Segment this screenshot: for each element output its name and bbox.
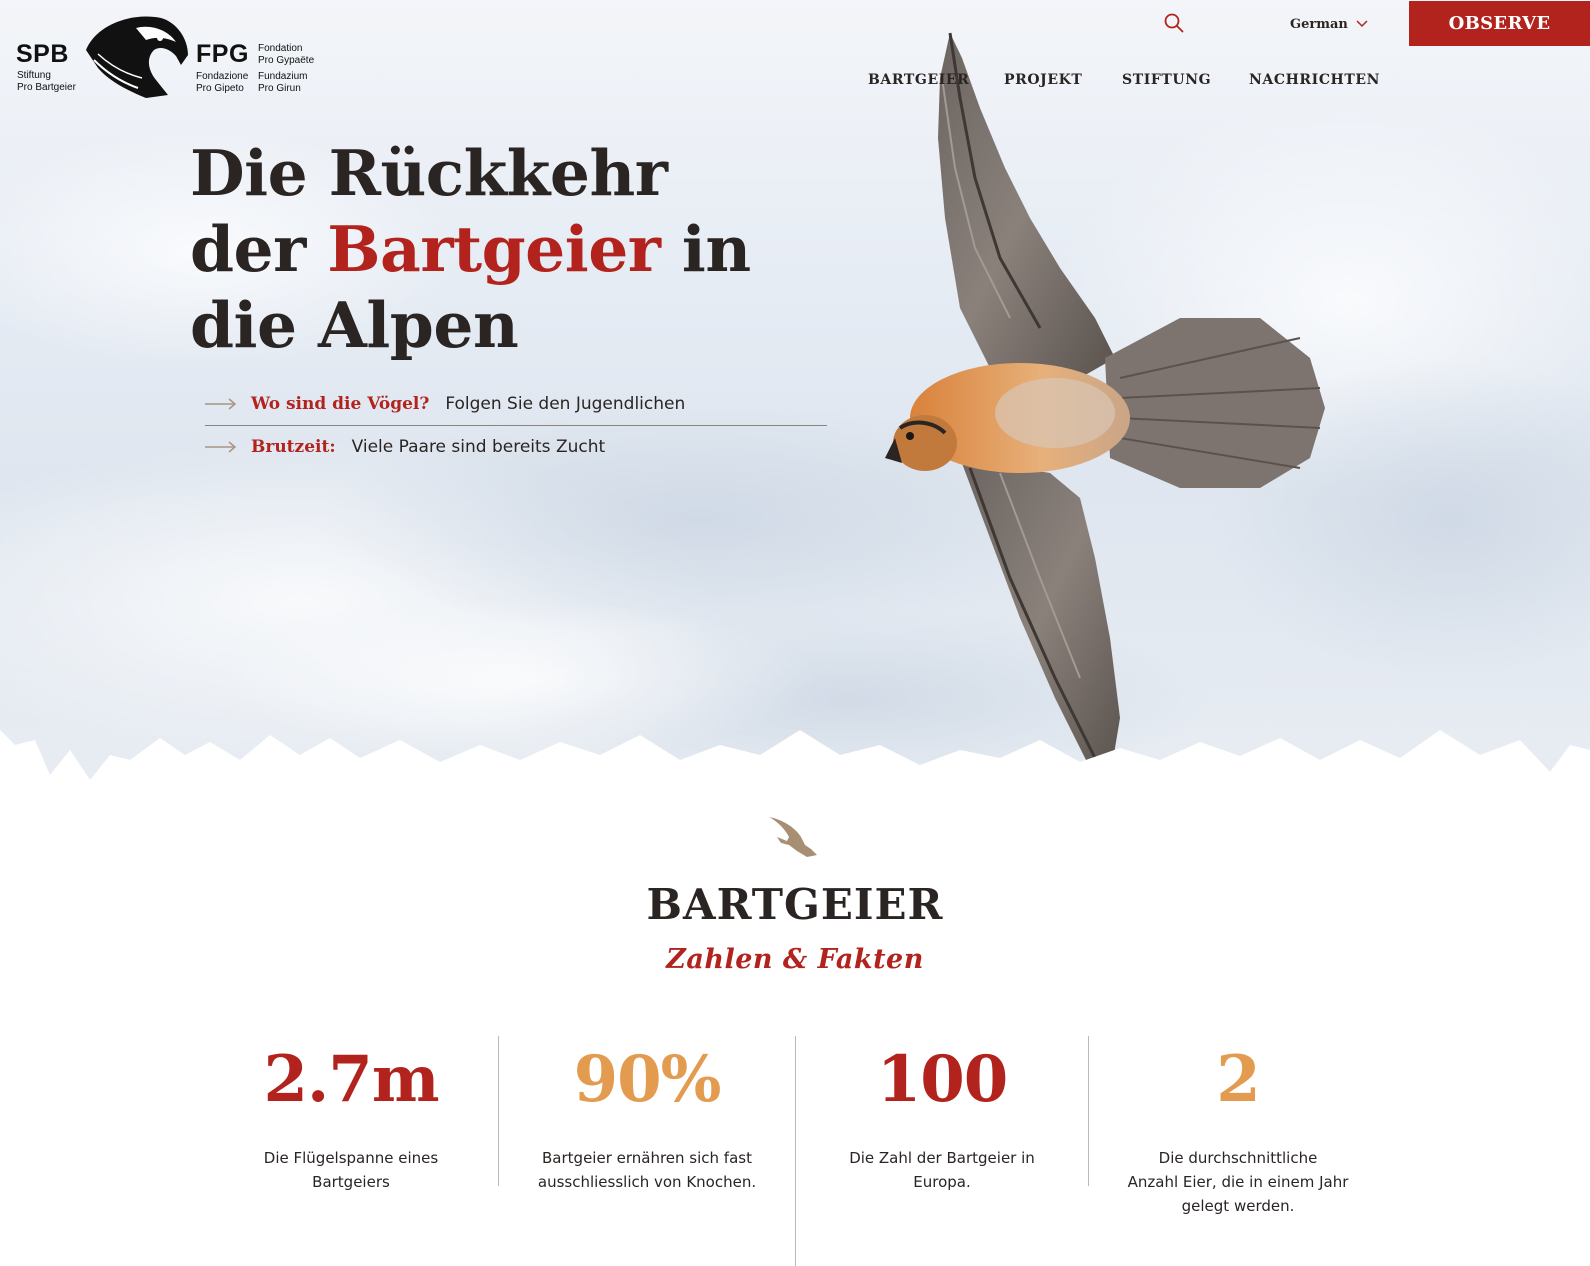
stat-divider	[1088, 1036, 1089, 1186]
stat-description: Bartgeier ernähren sich fast ausschliess…	[507, 1146, 787, 1194]
logo-text-fundazium: Fundazium	[258, 71, 308, 82]
arrow-right-icon	[205, 398, 237, 410]
hero-link-breeding[interactable]: Brutzeit: Viele Paare sind bereits Zucht	[205, 425, 827, 467]
stat-value: 90%	[573, 1042, 722, 1117]
logo-abbr-spb: SPB	[16, 40, 69, 68]
nav-item-stiftung[interactable]: STIFTUNG	[1122, 72, 1211, 88]
search-icon[interactable]	[1163, 12, 1185, 34]
stat-desc-line: Die Zahl der Bartgeier in	[849, 1149, 1035, 1167]
stat-desc-line: Anzahl Eier, die in einem Jahr	[1127, 1173, 1349, 1191]
stat-desc-line: Bartgeier ernähren sich fast	[542, 1149, 752, 1167]
stat-desc-line: Bartgeiers	[312, 1173, 390, 1191]
site-logo[interactable]: SPB Stiftung Pro Bartgeier FPG Fondation…	[14, 10, 324, 102]
stat-desc-line: ausschliesslich von Knochen.	[537, 1173, 757, 1191]
hero-link-label: Wo sind die Vögel?	[251, 394, 430, 414]
facts-title: BARTGEIER	[646, 880, 944, 929]
logo-text-pro-gypaete: Pro Gypaëte	[258, 55, 315, 66]
stat-description: Die Flügelspanne eines Bartgeiers	[211, 1146, 491, 1194]
stat-desc-line: Die durchschnittliche	[1158, 1149, 1318, 1167]
hero-section: SPB Stiftung Pro Bartgeier FPG Fondation…	[0, 0, 1590, 800]
headline-line2-start: der	[190, 212, 328, 286]
language-label: German	[1290, 16, 1348, 32]
stat-divider	[795, 1036, 796, 1266]
stat-desc-line: gelegt werden.	[1181, 1197, 1295, 1215]
vulture-logo-icon	[86, 16, 188, 98]
language-selector[interactable]: German	[1290, 14, 1368, 34]
stat-population: 100 Die Zahl der Bartgeier in Europa.	[802, 1040, 1082, 1194]
hero-link-text: Viele Paare sind bereits Zucht	[351, 436, 606, 457]
logo-text-pro-bartgeier: Pro Bartgeier	[17, 82, 76, 93]
arrow-right-icon	[205, 440, 237, 453]
nav-item-nachrichten[interactable]: NACHRICHTEN	[1249, 72, 1380, 88]
logo-text-stiftung: Stiftung	[17, 70, 51, 81]
stat-desc-line: Europa.	[913, 1173, 971, 1191]
headline-line2-end: in	[660, 212, 751, 286]
chevron-down-icon	[1356, 20, 1368, 28]
stat-description: Die durchschnittliche Anzahl Eier, die i…	[1098, 1146, 1378, 1218]
logo-text-pro-girun: Pro Girun	[258, 83, 301, 94]
mountain-edge-divider	[0, 730, 1590, 800]
stat-description: Die Zahl der Bartgeier in Europa.	[802, 1146, 1082, 1194]
hero-link-text: Folgen Sie den Jugendlichen	[445, 394, 686, 414]
bearded-vulture-image	[885, 32, 1325, 778]
stat-divider	[498, 1036, 499, 1186]
observe-button[interactable]: OBSERVE	[1409, 1, 1590, 46]
stat-desc-line: Die Flügelspanne eines	[263, 1149, 439, 1167]
hero-link-birds[interactable]: Wo sind die Vögel? Folgen Sie den Jugend…	[205, 383, 827, 425]
facts-subtitle: Zahlen & Fakten	[666, 944, 924, 975]
headline-accent: Bartgeier	[327, 212, 661, 286]
hero-link-label: Brutzeit:	[251, 436, 336, 457]
nav-item-projekt[interactable]: PROJEKT	[1004, 72, 1082, 88]
hero-headline: Die Rückkehr der Bartgeier in die Alpen	[190, 135, 830, 363]
headline-line1: Die Rückkehr	[190, 136, 668, 210]
headline-line3: die Alpen	[190, 288, 519, 362]
logo-abbr-fpg: FPG	[196, 40, 249, 68]
stat-bones: 90% Bartgeier ernähren sich fast ausschl…	[507, 1040, 787, 1194]
logo-text-pro-gipeto: Pro Gipeto	[196, 83, 244, 94]
vulture-silhouette-icon	[769, 817, 817, 857]
hero-links: Wo sind die Vögel? Folgen Sie den Jugend…	[205, 383, 827, 467]
nav-item-bartgeier[interactable]: BARTGEIER	[868, 72, 969, 88]
logo-text-fondation: Fondation	[258, 43, 303, 54]
stat-value: 2	[1216, 1042, 1261, 1117]
stat-eggs: 2 Die durchschnittliche Anzahl Eier, die…	[1098, 1040, 1378, 1218]
logo-text-fondazione: Fondazione	[196, 71, 249, 82]
stat-wingspan: 2.7m Die Flügelspanne eines Bartgeiers	[211, 1040, 491, 1194]
stat-value: 2.7m	[263, 1042, 439, 1117]
stat-value: 100	[876, 1042, 1009, 1117]
